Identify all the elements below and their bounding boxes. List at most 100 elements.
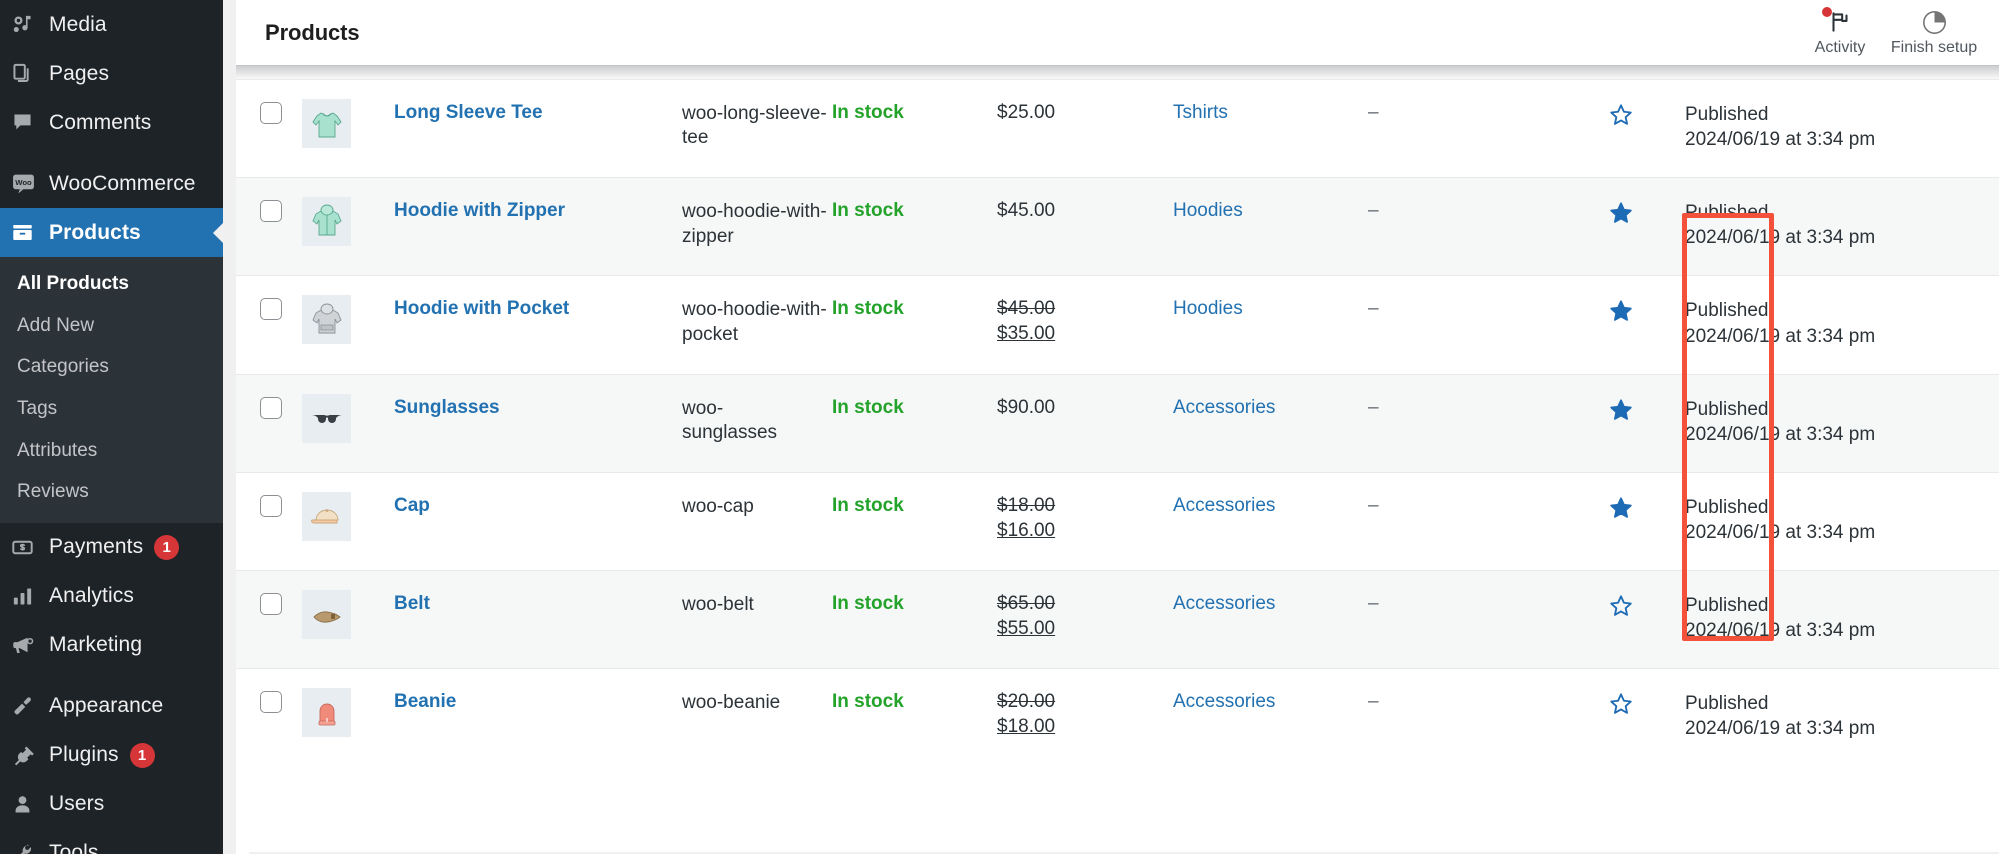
row-checkbox[interactable] <box>260 495 282 517</box>
sidebar-item-label: Media <box>49 13 107 37</box>
table-row[interactable]: Sunglasses woo-sunglasses In stock $90.0… <box>236 374 1999 472</box>
row-featured-cell <box>1565 669 1685 767</box>
table-row[interactable]: Long Sleeve Tee woo-long-sleeve-tee In s… <box>236 80 1999 178</box>
sidebar-item-pages[interactable]: Pages <box>0 49 223 98</box>
row-select-cell <box>236 178 302 276</box>
sidebar-item-woocommerce[interactable]: Woo WooCommerce <box>0 159 223 208</box>
tools-icon <box>11 842 49 854</box>
row-featured-cell <box>1565 472 1685 570</box>
row-thumbnail-cell <box>302 276 394 374</box>
pages-icon <box>11 62 49 85</box>
featured-star-filled-icon[interactable] <box>1608 298 1634 324</box>
publish-status: Published <box>1685 298 1999 323</box>
publish-status: Published <box>1685 200 1999 225</box>
category-link[interactable]: Accessories <box>1173 691 1275 712</box>
submenu-item-add-new[interactable]: Add New <box>0 305 223 347</box>
table-row[interactable]: Hoodie with Pocket woo-hoodie-with-pocke… <box>236 276 1999 374</box>
publish-info: Published 2024/06/19 at 3:34 pm <box>1685 593 1999 666</box>
product-name-link[interactable]: Belt <box>394 593 430 614</box>
product-name-link[interactable]: Sunglasses <box>394 397 500 418</box>
publish-info: Published 2024/06/19 at 3:34 pm <box>1685 200 1999 273</box>
row-checkbox[interactable] <box>260 298 282 320</box>
product-tags: – <box>1368 298 1379 319</box>
row-thumbnail-cell <box>302 178 394 276</box>
row-stock-cell: In stock <box>832 80 997 178</box>
row-sku-cell: woo-beanie <box>682 669 832 767</box>
table-row[interactable]: Beanie woo-beanie In stock $20.00 $18.00 <box>236 669 1999 767</box>
stock-status: In stock <box>832 298 904 319</box>
table-row[interactable]: Hoodie with Zipper woo-hoodie-with-zippe… <box>236 178 1999 276</box>
sidebar-item-plugins[interactable]: Plugins 1 <box>0 731 223 780</box>
row-date-cell: Published 2024/06/19 at 3:34 pm <box>1685 472 1999 570</box>
row-checkbox[interactable] <box>260 102 282 124</box>
product-sku: woo-belt <box>682 594 770 615</box>
sidebar-item-tools[interactable]: Tools <box>0 829 223 854</box>
product-name-link[interactable]: Cap <box>394 495 430 516</box>
hoodie-with-pocket-thumbnail <box>302 295 351 344</box>
product-sku: woo-long-sleeve-tee <box>682 103 827 148</box>
header-actions: Activity Finish setup <box>1793 0 1999 65</box>
category-link[interactable]: Hoodies <box>1173 200 1243 221</box>
featured-star-outline-icon[interactable] <box>1608 691 1634 717</box>
row-name-cell: Beanie <box>394 669 682 767</box>
sidebar-item-products[interactable]: Products <box>0 208 223 257</box>
row-tags-cell: – <box>1368 276 1565 374</box>
woocommerce-header: Products Activity <box>236 0 1999 65</box>
sidebar-item-appearance[interactable]: Appearance <box>0 682 223 731</box>
row-name-cell: Belt <box>394 571 682 669</box>
row-tags-cell: – <box>1368 374 1565 472</box>
row-featured-cell <box>1565 276 1685 374</box>
row-checkbox[interactable] <box>260 691 282 713</box>
sidebar-item-comments[interactable]: Comments <box>0 98 223 147</box>
featured-star-outline-icon[interactable] <box>1608 102 1634 128</box>
row-tags-cell: – <box>1368 669 1565 767</box>
sidebar-item-payments[interactable]: Payments 1 <box>0 523 223 572</box>
product-sku: woo-cap <box>682 496 770 517</box>
submenu-item-attributes[interactable]: Attributes <box>0 430 223 472</box>
row-select-cell <box>236 374 302 472</box>
row-select-cell <box>236 276 302 374</box>
sidebar-item-users[interactable]: Users <box>0 780 223 829</box>
product-name-link[interactable]: Beanie <box>394 691 456 712</box>
media-icon <box>11 13 49 36</box>
product-name-link[interactable]: Hoodie with Zipper <box>394 200 565 221</box>
hoodie-with-zipper-thumbnail <box>302 197 351 246</box>
row-thumbnail-cell <box>302 472 394 570</box>
row-checkbox[interactable] <box>260 397 282 419</box>
row-name-cell: Hoodie with Pocket <box>394 276 682 374</box>
finish-setup-button[interactable]: Finish setup <box>1887 8 1981 57</box>
category-link[interactable]: Tshirts <box>1173 102 1228 123</box>
featured-star-filled-icon[interactable] <box>1608 200 1634 226</box>
submenu-item-all-products[interactable]: All Products <box>0 263 223 305</box>
row-checkbox[interactable] <box>260 593 282 615</box>
row-categories-cell: Hoodies <box>1173 178 1368 276</box>
admin-app: Media Pages Comments Woo WooCommerce <box>0 0 1999 854</box>
submenu-item-categories[interactable]: Categories <box>0 346 223 388</box>
product-name-link[interactable]: Hoodie with Pocket <box>394 298 569 319</box>
row-categories-cell: Accessories <box>1173 374 1368 472</box>
product-price: $90.00 <box>997 397 1055 418</box>
table-row[interactable]: Cap woo-cap In stock $18.00 $16.00 <box>236 472 1999 570</box>
sidebar-item-media[interactable]: Media <box>0 0 223 49</box>
featured-star-filled-icon[interactable] <box>1608 495 1634 521</box>
category-link[interactable]: Accessories <box>1173 397 1275 418</box>
submenu-item-reviews[interactable]: Reviews <box>0 471 223 513</box>
products-table-scroll[interactable]: Long Sleeve Tee woo-long-sleeve-tee In s… <box>236 65 1999 854</box>
row-featured-cell <box>1565 80 1685 178</box>
activity-button[interactable]: Activity <box>1793 8 1887 57</box>
row-date-cell: Published 2024/06/19 at 3:34 pm <box>1685 571 1999 669</box>
table-row[interactable]: Belt woo-belt In stock $65.00 $55.00 <box>236 571 1999 669</box>
category-link[interactable]: Accessories <box>1173 593 1275 614</box>
category-link[interactable]: Hoodies <box>1173 298 1243 319</box>
sidebar-item-marketing[interactable]: Marketing <box>0 621 223 670</box>
submenu-item-tags[interactable]: Tags <box>0 388 223 430</box>
sidebar-item-analytics[interactable]: Analytics <box>0 572 223 621</box>
plugins-badge: 1 <box>130 743 155 768</box>
category-link[interactable]: Accessories <box>1173 495 1275 516</box>
featured-star-filled-icon[interactable] <box>1608 397 1634 423</box>
row-stock-cell: In stock <box>832 178 997 276</box>
row-checkbox[interactable] <box>260 200 282 222</box>
row-categories-cell: Accessories <box>1173 571 1368 669</box>
product-name-link[interactable]: Long Sleeve Tee <box>394 102 543 123</box>
featured-star-outline-icon[interactable] <box>1608 593 1634 619</box>
